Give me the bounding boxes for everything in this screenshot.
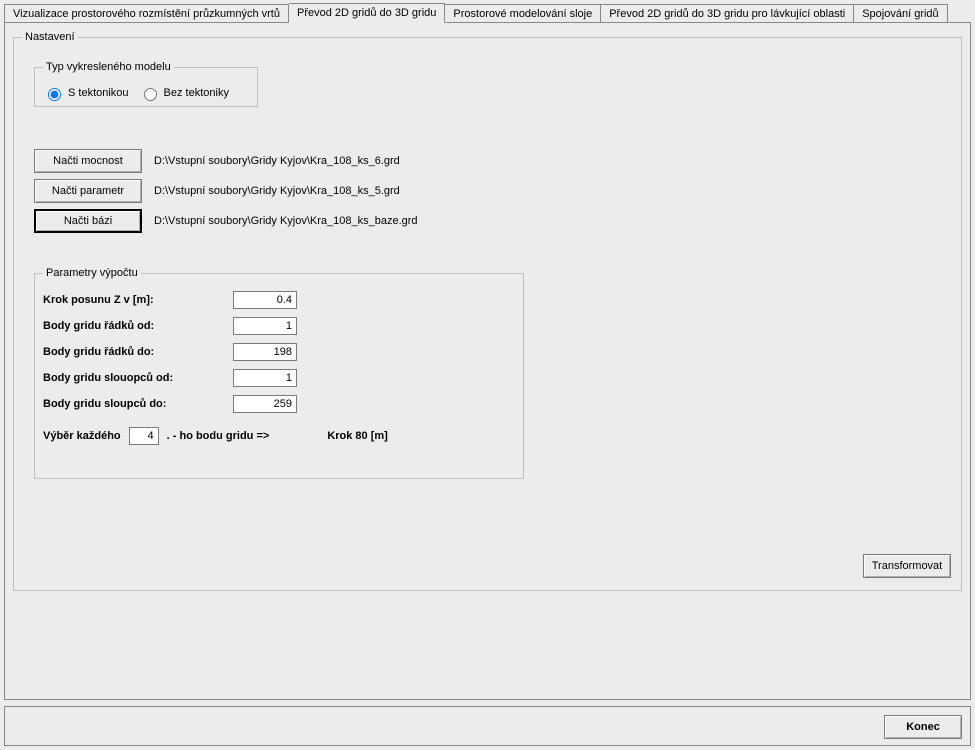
button-konec[interactable]: Konec — [884, 715, 962, 739]
button-nacti-parametr[interactable]: Načti parametr — [34, 179, 142, 203]
legend-parametry: Parametry výpočtu — [43, 267, 141, 279]
tab-prevod-lavkujici[interactable]: Převod 2D gridů do 3D gridu pro lávkujíc… — [601, 4, 854, 23]
tab-vizualizace[interactable]: Vizualizace prostorového rozmístění průz… — [4, 4, 289, 23]
input-sloupcu-do[interactable] — [233, 395, 297, 413]
row-bazi: Načti bázi D:\Vstupní soubory\Gridy Kyjo… — [34, 209, 418, 233]
input-krok-z[interactable] — [233, 291, 297, 309]
input-sloupcu-od[interactable] — [233, 369, 297, 387]
label-sloupcu-do: Body gridu sloupců do: — [43, 398, 233, 410]
row-parametr: Načti parametr D:\Vstupní soubory\Gridy … — [34, 179, 400, 203]
label-krok-z: Krok posunu Z v [m]: — [43, 294, 233, 306]
input-radku-od[interactable] — [233, 317, 297, 335]
label-radku-do: Body gridu řádků do: — [43, 346, 233, 358]
radio-bez-tektoniky-input[interactable] — [144, 88, 157, 101]
tabstrip: Vizualizace prostorového rozmístění průz… — [0, 0, 975, 22]
radio-s-tektonikou-input[interactable] — [48, 88, 61, 101]
tab-prostorove-modelovani[interactable]: Prostorové modelování sloje — [445, 4, 601, 23]
label-sloupcu-od: Body gridu slouopců od: — [43, 372, 233, 384]
legend-typ: Typ vykresleného modelu — [43, 61, 174, 73]
button-nacti-mocnost[interactable]: Načti mocnost — [34, 149, 142, 173]
path-bazi: D:\Vstupní soubory\Gridy Kyjov\Kra_108_k… — [154, 215, 418, 227]
radio-s-tektonikou[interactable]: S tektonikou — [43, 85, 129, 101]
input-radku-do[interactable] — [233, 343, 297, 361]
legend-nastaveni: Nastavení — [22, 31, 78, 43]
tab-body: Nastavení Typ vykresleného modelu S tekt… — [4, 22, 971, 700]
label-krok-result: Krok 80 [m] — [327, 430, 388, 442]
radio-bez-tektoniky[interactable]: Bez tektoniky — [139, 85, 229, 101]
bottom-bar: Konec — [4, 706, 971, 746]
label-radku-od: Body gridu řádků od: — [43, 320, 233, 332]
radio-bez-tektoniky-label: Bez tektoniky — [164, 87, 229, 99]
radio-s-tektonikou-label: S tektonikou — [68, 87, 129, 99]
input-vyber[interactable] — [129, 427, 159, 445]
app-window: Vizualizace prostorového rozmístění průz… — [0, 0, 975, 750]
button-nacti-bazi[interactable]: Načti bázi — [34, 209, 142, 233]
groupbox-nastaveni: Nastavení Typ vykresleného modelu S tekt… — [13, 31, 962, 591]
tab-spojovani[interactable]: Spojování gridů — [854, 4, 947, 23]
label-vyber: Výběr každého — [43, 430, 121, 442]
groupbox-parametry: Parametry výpočtu Krok posunu Z v [m]: B… — [34, 267, 524, 479]
tab-prevod-2d-3d[interactable]: Převod 2D gridů do 3D gridu — [289, 3, 445, 23]
groupbox-typ-modelu: Typ vykresleného modelu S tektonikou Bez… — [34, 61, 258, 107]
label-vyber-suffix: . - ho bodu gridu => — [167, 430, 270, 442]
button-transformovat[interactable]: Transformovat — [863, 554, 951, 578]
path-mocnost: D:\Vstupní soubory\Gridy Kyjov\Kra_108_k… — [154, 155, 400, 167]
row-mocnost: Načti mocnost D:\Vstupní soubory\Gridy K… — [34, 149, 400, 173]
path-parametr: D:\Vstupní soubory\Gridy Kyjov\Kra_108_k… — [154, 185, 400, 197]
